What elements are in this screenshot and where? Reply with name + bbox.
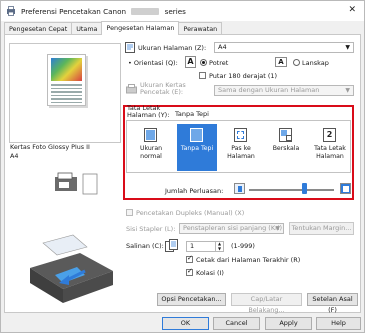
fit-to-page-icon: [232, 127, 250, 143]
copies-label: Salinan (C):: [126, 242, 164, 250]
printer-paper-select[interactable]: Sama dengan Ukuran Halaman ▼: [214, 85, 354, 96]
copies-value: 1: [190, 242, 195, 250]
help-button[interactable]: Help: [316, 317, 361, 330]
page-size-icon: [125, 42, 135, 53]
landscape-orientation-icon: A: [275, 57, 287, 67]
duplex-checkbox[interactable]: [126, 209, 133, 216]
page-size-select[interactable]: A4 ▼: [214, 42, 354, 53]
layout-option-page-layout[interactable]: 2 Tata Letak Halaman: [310, 124, 350, 171]
layout-option-fit-to-page[interactable]: Pas ke Halaman: [221, 124, 261, 171]
media-info: Kertas Foto Glossy Plus II A4: [10, 143, 90, 161]
extension-amount-label: Jumlah Perluasan:: [165, 187, 224, 195]
extension-slider-thumb[interactable]: [301, 183, 307, 194]
page-size-value: A4: [218, 43, 227, 51]
page-layout-options: Ukuran normal Tanpa Tepi Pas ke Halaman: [126, 120, 351, 173]
stamp-background-button[interactable]: Cap/Latar Belakang...: [231, 293, 302, 314]
stapling-side-select[interactable]: Penstapleran sisi panjang (Kri) ▼: [179, 223, 284, 234]
media-size-label: A4: [10, 152, 19, 160]
layout-option-scaled[interactable]: Berskala: [266, 124, 306, 171]
copies-range: (1-999): [231, 242, 255, 250]
rotate-180-checkbox[interactable]: [199, 72, 206, 79]
portrait-label: Potret: [209, 59, 229, 67]
window-title: Preferensi Pencetakan Canon series: [21, 7, 186, 16]
printer-illustration-icon: [30, 234, 113, 303]
print-options-button[interactable]: Opsi Pencetakan...: [157, 293, 226, 306]
page-setup-panel: Kertas Foto Glossy Plus II A4 Ukuran Hal…: [4, 34, 361, 314]
dialog-footer: OK Cancel Apply Help: [1, 315, 364, 333]
defaults-button[interactable]: Setelan Asal (F): [307, 293, 358, 314]
preview-page: [47, 54, 86, 106]
scaled-icon: [277, 127, 295, 143]
page-layout-label: Tata Letak Halaman (Y):: [127, 104, 170, 119]
chevron-down-icon: ▼: [275, 225, 280, 232]
preview-text-lines: [51, 84, 82, 105]
extension-min-icon: [234, 183, 245, 194]
specify-margin-button[interactable]: Tentukan Margin...: [289, 222, 354, 235]
apply-button[interactable]: Apply: [265, 317, 312, 330]
landscape-label: Lanskap: [302, 59, 329, 67]
copies-stepper[interactable]: 1 ▲ ▼: [186, 241, 224, 252]
window-title-suffix: series: [164, 6, 186, 16]
printer-paper-label: Ukuran Kertas Pencetak (E):: [140, 81, 186, 96]
print-preview: [9, 43, 121, 143]
rotate-180-label: Putar 180 derajat (1): [209, 72, 278, 80]
portrait-radio[interactable]: [200, 59, 207, 66]
stapling-side-label: Sisi Stapler (L):: [126, 225, 176, 233]
title-bar: Preferensi Pencetakan Canon series ✕: [1, 1, 364, 21]
landscape-radio[interactable]: [293, 59, 300, 66]
page-size-label: Ukuran Halaman (Z):: [138, 44, 207, 52]
printer-paper-value: Sama dengan Ukuran Halaman: [218, 86, 320, 94]
borderless-icon: [188, 127, 206, 143]
portrait-orientation-icon: A: [185, 56, 196, 68]
cancel-button[interactable]: Cancel: [213, 317, 260, 330]
printer-app-icon: [7, 6, 15, 16]
stapling-side-value: Penstapleran sisi panjang (Kri): [183, 224, 283, 232]
layout-option-borderless[interactable]: Tanpa Tepi: [177, 124, 217, 171]
ok-button[interactable]: OK: [162, 317, 209, 330]
collate-checkbox[interactable]: [186, 267, 193, 276]
layout-option-normal[interactable]: Ukuran normal: [131, 124, 171, 171]
extension-slider-track[interactable]: [249, 189, 334, 191]
close-icon[interactable]: ✕: [348, 5, 356, 15]
preview-photo: [51, 58, 82, 81]
normal-size-icon: [142, 127, 160, 143]
copies-icon: [165, 239, 178, 252]
window-title-prefix: Preferensi Pencetakan Canon: [21, 6, 127, 16]
chevron-down-icon: ▼: [345, 87, 350, 94]
tab-page-setup[interactable]: Pengesetan Halaman: [101, 21, 180, 35]
paper-source-icons: [55, 172, 98, 195]
orientation-label: • Orientasi (Q):: [128, 59, 178, 67]
print-last-page-first-checkbox[interactable]: [186, 254, 193, 263]
collate-label: Kolasi (I): [196, 269, 224, 277]
page-layout-current: Tanpa Tepi: [175, 110, 209, 118]
redacted-model-name: [131, 8, 160, 15]
duplex-label: Pencetakan Dupleks (Manual) (X): [136, 209, 245, 217]
extension-max-icon: [340, 183, 351, 194]
print-last-page-first-label: Cetak dari Halaman Terakhir (R): [196, 256, 301, 264]
page-layout-icon: 2: [321, 127, 339, 143]
printer-paper-icon: [126, 84, 137, 94]
media-type-label: Kertas Foto Glossy Plus II: [10, 143, 90, 151]
stepper-arrows-icon[interactable]: ▲ ▼: [215, 241, 223, 251]
printing-preferences-window: Preferensi Pencetakan Canon series ✕ Pen…: [0, 0, 365, 333]
chevron-down-icon: ▼: [345, 44, 350, 51]
